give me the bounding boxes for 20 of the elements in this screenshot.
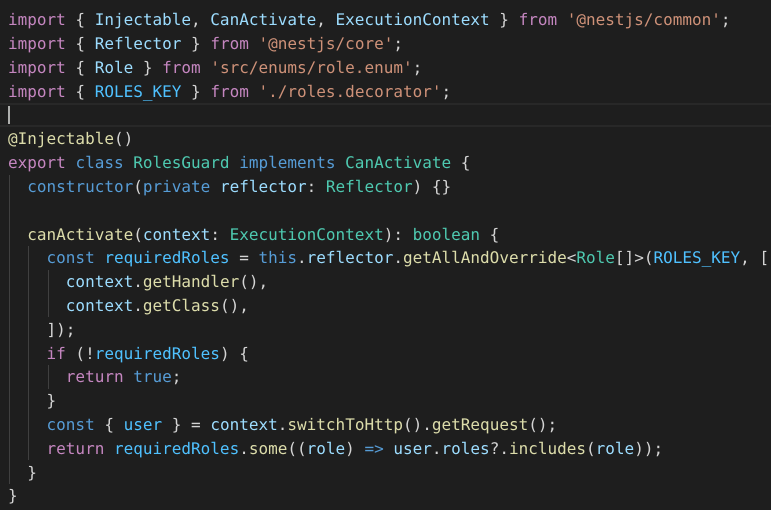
code-line: canActivate(context: ExecutionContext): boolean { — [26, 224, 500, 244]
code-line: ]); — [46, 320, 76, 339]
code-line: import { Role } from 'src/enums/role.enum'; — [8, 58, 422, 77]
code-line: import { Reflector } from '@nestjs/core'; — [8, 34, 403, 54]
text-cursor — [8, 106, 10, 124]
code-line: const { user } = context.switchToHttp().getRequest(); — [46, 414, 558, 434]
code-line: context.getClass(), — [64, 296, 249, 315]
code-line: context.getHandler(), — [64, 272, 268, 292]
code-line: } — [8, 486, 18, 506]
code-line: export class RolesGuard implements CanActivate { — [8, 153, 470, 172]
code-line: @Injectable() — [8, 129, 134, 148]
code-line: } — [26, 462, 37, 482]
code-line: if (!requiredRoles) { — [46, 344, 249, 363]
code-line: constructor(private reflector: Reflector) {} — [26, 176, 452, 196]
code-line: return true; — [64, 367, 182, 386]
code-line: import { Injectable, CanActivate, ExecutionContext } from '@nestjs/common'; — [8, 10, 730, 30]
code-line: return requiredRoles.some((role) => user.roles?.includes(role)); — [46, 438, 664, 458]
code-line: import { ROLES_KEY } from './roles.decorator'; — [8, 82, 452, 101]
code-line: const requiredRoles = this.reflector.getAllAndOverride<Role[]>(ROLES_KEY, [ — [46, 248, 770, 268]
code-line: } — [46, 391, 56, 410]
